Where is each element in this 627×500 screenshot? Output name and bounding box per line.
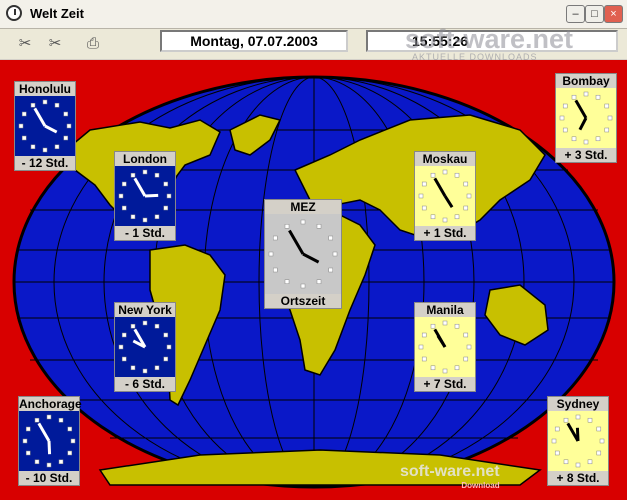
window-title: Welt Zeit	[30, 6, 84, 21]
watermark-logo: soft-ware.net	[405, 24, 574, 54]
clock-moskau: Moskau + 1 Std.	[414, 151, 476, 241]
clock-city-label: Anchorage	[19, 397, 82, 411]
bottom-watermark-tag: Download	[461, 481, 500, 490]
clock-new-york: New York - 6 Std.	[114, 302, 176, 392]
clock-face	[265, 214, 341, 294]
clock-face	[556, 88, 616, 148]
clock-face	[415, 166, 475, 226]
clock-face	[548, 411, 608, 471]
tool-icon-2[interactable]: ✂	[44, 33, 66, 55]
clock-face	[115, 166, 175, 226]
clock-offset-label: - 10 Std.	[19, 471, 79, 485]
clock-offset-label: - 6 Std.	[115, 377, 175, 391]
clock-app-icon	[6, 5, 22, 21]
tool-icon-1[interactable]: ✂	[14, 33, 36, 55]
clock-offset-label: - 12 Std.	[15, 156, 75, 170]
clock-city-label: London	[115, 152, 175, 166]
date-display: Montag, 07.07.2003	[160, 30, 348, 52]
clock-honolulu: Honolulu - 12 Std.	[14, 81, 76, 171]
clock-city-label: Sydney	[548, 397, 608, 411]
clock-city-label: Bombay	[556, 74, 616, 88]
clock-manila: Manila + 7 Std.	[414, 302, 476, 392]
clock-offset-label: Ortszeit	[265, 294, 341, 308]
clock-sydney: Sydney + 8 Std.	[547, 396, 609, 486]
print-icon[interactable]: ⎙	[82, 33, 104, 55]
clock-mez: MEZ Ortszeit	[264, 199, 342, 309]
clock-offset-label: + 8 Std.	[548, 471, 608, 485]
clock-face	[15, 96, 75, 156]
clock-face	[115, 317, 175, 377]
bottom-watermark-brand: soft-ware.net	[400, 463, 500, 480]
clock-offset-label: + 1 Std.	[415, 226, 475, 240]
close-button[interactable]: ×	[604, 5, 623, 23]
clock-face	[19, 411, 79, 471]
maximize-button[interactable]: □	[585, 5, 604, 23]
bottom-watermark: soft-ware.net Download	[400, 463, 500, 490]
clock-anchorage: Anchorage - 10 Std.	[18, 396, 82, 486]
clock-offset-label: + 7 Std.	[415, 377, 475, 391]
clock-city-label: Manila	[415, 303, 475, 317]
clock-city-label: MEZ	[265, 200, 341, 214]
clock-city-label: Moskau	[415, 152, 475, 166]
clock-bombay: Bombay + 3 Std.	[555, 73, 617, 163]
clock-city-label: Honolulu	[15, 82, 75, 96]
clock-offset-label: - 1 Std.	[115, 226, 175, 240]
clock-face	[415, 317, 475, 377]
clock-london: London - 1 Std.	[114, 151, 176, 241]
clock-offset-label: + 3 Std.	[556, 148, 616, 162]
clock-city-label: New York	[115, 303, 175, 317]
minimize-button[interactable]: –	[566, 5, 585, 23]
